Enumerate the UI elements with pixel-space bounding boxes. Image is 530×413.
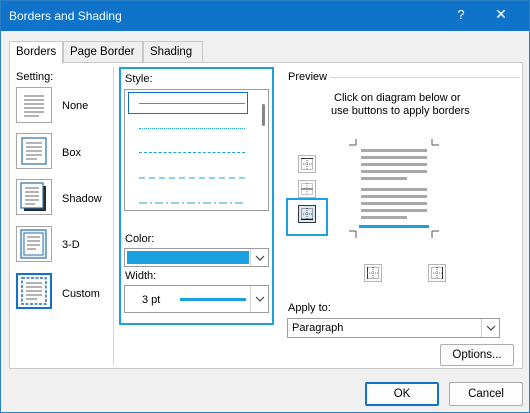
setting-box-icon[interactable] — [16, 133, 52, 169]
setting-custom-icon[interactable] — [16, 273, 52, 309]
preview-text-line — [361, 216, 407, 219]
chevron-down-icon — [486, 325, 496, 331]
top-border-button[interactable] — [298, 155, 316, 173]
inside-horizontal-border-icon — [301, 183, 313, 195]
help-button[interactable]: ? — [453, 7, 469, 22]
left-border-button[interactable] — [364, 264, 382, 282]
width-value: 3 pt — [142, 294, 161, 306]
style-listbox[interactable] — [124, 89, 269, 211]
color-swatch — [127, 251, 249, 264]
bottom-border-button[interactable] — [298, 205, 316, 223]
right-border-icon — [431, 267, 443, 279]
dialog-title: Borders and Shading — [9, 9, 122, 23]
tab-page-border-label: Page Border — [70, 46, 135, 58]
left-border-icon — [367, 267, 379, 279]
preview-text-line — [361, 202, 427, 205]
top-border-icon — [301, 158, 313, 170]
setting-heading: Setting: — [16, 71, 54, 83]
bottom-border-icon — [301, 208, 313, 220]
title-bar: Borders and Shading ? ✕ — [1, 1, 529, 31]
setting-none-icon[interactable] — [16, 87, 52, 123]
cancel-button[interactable]: Cancel — [449, 382, 523, 406]
width-heading: Width: — [125, 270, 157, 282]
preview-text-line — [361, 177, 407, 180]
width-dropdown-arrow[interactable] — [250, 286, 268, 312]
setting-shadow-label[interactable]: Shadow — [62, 193, 102, 205]
preview-text-line — [361, 156, 427, 159]
apply-to-dropdown[interactable]: Paragraph — [287, 318, 500, 338]
tab-page-border[interactable]: Page Border — [63, 41, 143, 63]
style-heading: Style: — [125, 73, 153, 85]
apply-to-heading: Apply to: — [288, 302, 331, 314]
apply-to-dropdown-arrow[interactable] — [481, 319, 499, 337]
style-dotted-line[interactable] — [139, 128, 245, 129]
color-dropdown-arrow[interactable] — [250, 249, 268, 266]
preview-heading: Preview — [288, 71, 328, 83]
width-sample-line — [180, 298, 246, 301]
color-heading: Color: — [125, 233, 155, 245]
tab-shading[interactable]: Shading — [143, 41, 203, 63]
tab-shading-label: Shading — [150, 46, 193, 58]
column-divider — [113, 67, 114, 365]
preview-text-line — [361, 195, 427, 198]
ok-button[interactable]: OK — [365, 382, 439, 406]
apply-to-value: Paragraph — [292, 322, 344, 334]
borders-and-shading-dialog: Borders and Shading ? ✕ Borders Page Bor… — [0, 0, 530, 413]
style-scrollbar[interactable] — [256, 90, 268, 210]
preview-text-line — [361, 209, 427, 212]
tab-borders-label: Borders — [16, 46, 57, 58]
inside-horizontal-border-button[interactable] — [298, 180, 316, 198]
preview-text-line — [361, 170, 427, 173]
color-dropdown[interactable] — [124, 248, 269, 267]
style-dashed-small-line[interactable] — [139, 152, 245, 153]
chevron-down-icon — [255, 296, 265, 302]
setting-3d-icon[interactable] — [16, 226, 52, 262]
preview-diagram[interactable] — [341, 131, 447, 250]
right-border-button[interactable] — [428, 264, 446, 282]
setting-custom-label[interactable]: Custom — [62, 288, 100, 300]
preview-instruction-1: Click on diagram below or — [334, 92, 461, 104]
width-dropdown[interactable]: 3 pt — [124, 285, 269, 313]
preview-text-line — [361, 188, 427, 191]
tab-borders[interactable]: Borders — [9, 41, 63, 64]
options-button[interactable]: Options... — [440, 344, 514, 366]
preview-text-line — [361, 163, 427, 166]
preview-bottom-border — [359, 225, 429, 228]
preview-divider — [330, 77, 520, 78]
borders-panel: Setting: None Box Shadow 3-D Custom Styl… — [9, 62, 523, 369]
setting-box-label[interactable]: Box — [62, 147, 81, 159]
preview-instruction-2: use buttons to apply borders — [331, 105, 470, 117]
close-button[interactable]: ✕ — [493, 6, 509, 23]
style-scroll-thumb[interactable] — [262, 104, 265, 126]
style-solid-line[interactable] — [139, 103, 245, 104]
setting-3d-label[interactable]: 3-D — [62, 239, 80, 251]
chevron-down-icon — [255, 255, 265, 261]
setting-shadow-icon[interactable] — [16, 179, 52, 215]
setting-none-label[interactable]: None — [62, 100, 88, 112]
preview-text-line — [361, 149, 427, 152]
